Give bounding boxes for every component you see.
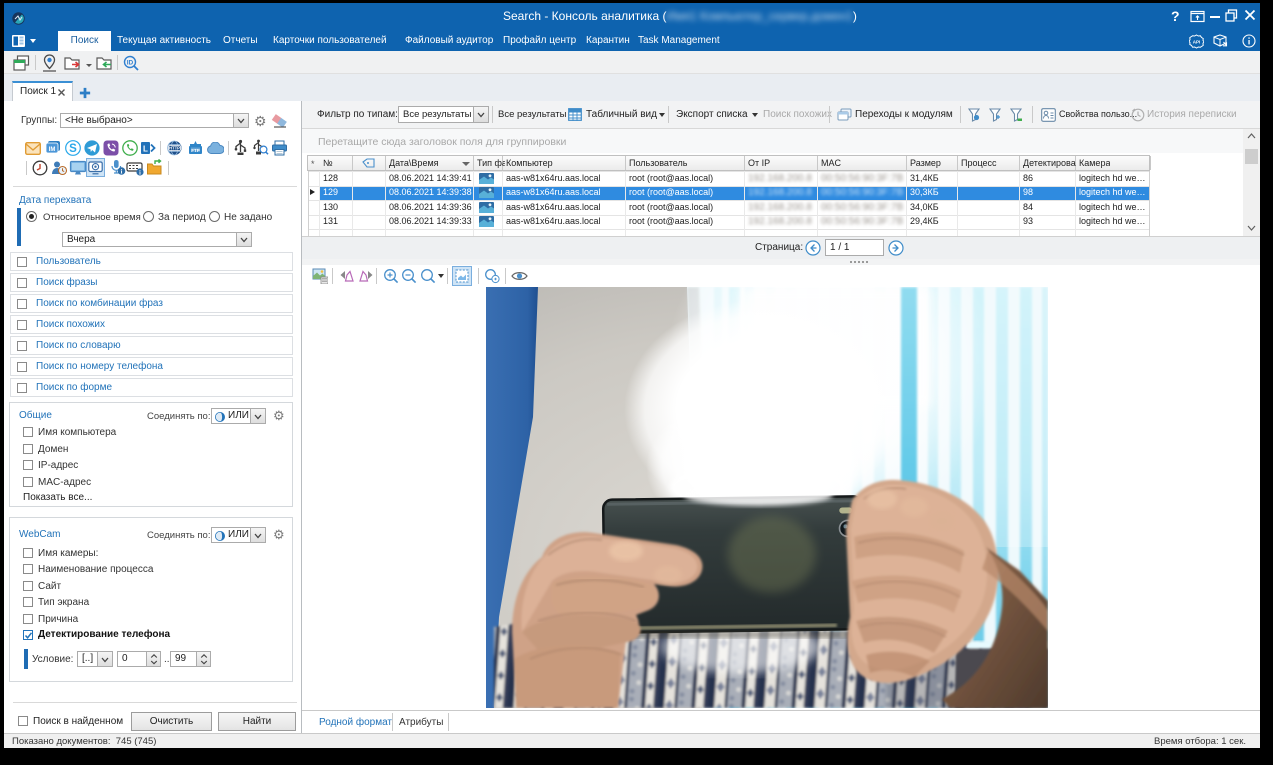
svg-text:S: S xyxy=(69,143,77,155)
svg-text:HTTP: HTTP xyxy=(169,146,180,151)
svg-text:API: API xyxy=(1193,40,1201,45)
svg-text:i: i xyxy=(121,169,123,176)
svg-text:ID: ID xyxy=(127,60,134,67)
svg-text:FTP: FTP xyxy=(191,148,200,153)
svg-text:L: L xyxy=(143,145,148,154)
svg-text:IM: IM xyxy=(49,147,56,153)
